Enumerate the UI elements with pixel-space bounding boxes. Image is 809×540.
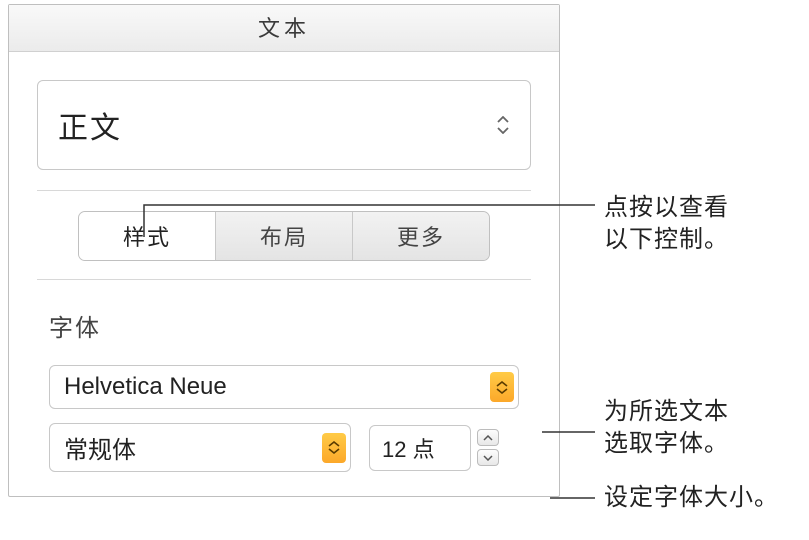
text-inspector-panel: 文本 正文 样式 布局 更多 字体 Helvetica Neue 常规体 [8, 4, 560, 497]
font-weight-dropdown[interactable]: 常规体 [49, 423, 351, 472]
font-family-dropdown[interactable]: Helvetica Neue [49, 365, 519, 409]
tab-more[interactable]: 更多 [353, 212, 489, 260]
font-section-label: 字体 [49, 308, 559, 343]
font-family-value: Helvetica Neue [64, 373, 227, 401]
font-size-input[interactable]: 12 点 [369, 425, 471, 471]
callout-tabs: 点按以查看 以下控制。 [604, 192, 729, 257]
chevron-updown-icon [496, 116, 510, 134]
tab-style[interactable]: 样式 [79, 212, 216, 260]
dropdown-stepper-icon [322, 433, 346, 463]
font-weight-value: 常规体 [64, 430, 136, 465]
tab-layout[interactable]: 布局 [216, 212, 353, 260]
callout-font: 为所选文本 选取字体。 [604, 396, 729, 461]
paragraph-style-label: 正文 [58, 103, 122, 147]
font-size-increase[interactable] [477, 429, 499, 446]
tab-bar: 样式 布局 更多 [9, 191, 559, 279]
font-size-stepper [477, 429, 499, 466]
font-size-field: 12 点 [369, 425, 499, 471]
panel-title: 文本 [9, 5, 559, 52]
font-size-decrease[interactable] [477, 449, 499, 466]
divider [37, 279, 531, 280]
dropdown-stepper-icon [490, 372, 514, 402]
paragraph-style-dropdown[interactable]: 正文 [37, 80, 531, 170]
callout-size: 设定字体大小。 [604, 482, 779, 514]
